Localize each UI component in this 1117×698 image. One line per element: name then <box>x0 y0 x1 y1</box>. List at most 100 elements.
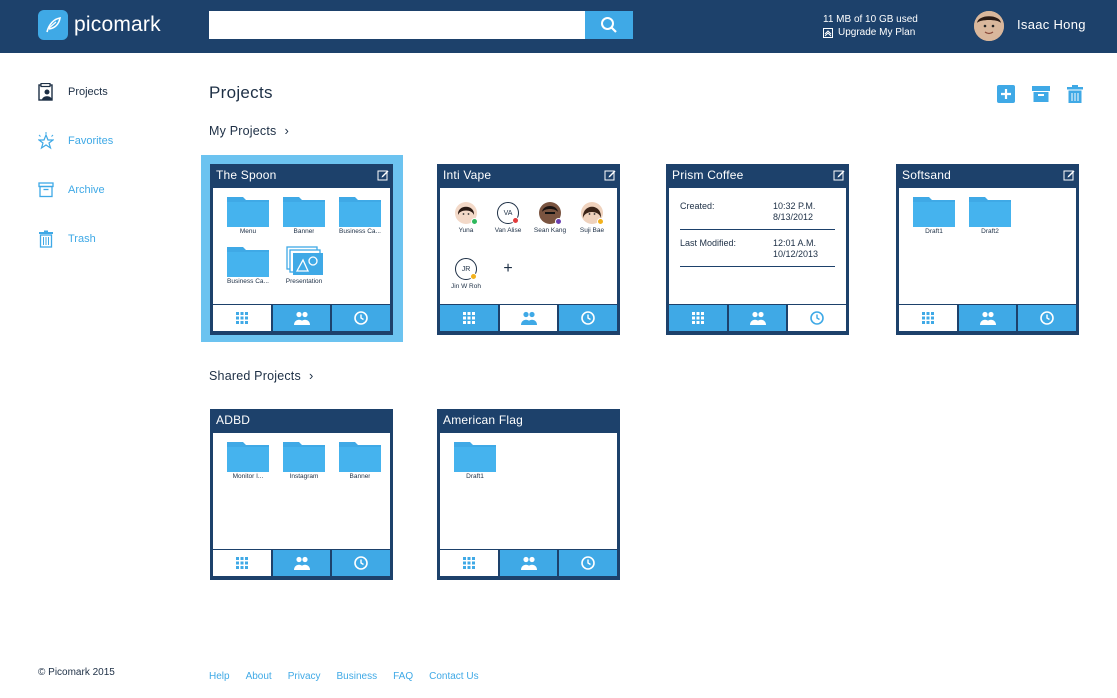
user-name[interactable]: Isaac Hong <box>1017 17 1086 32</box>
edit-icon[interactable] <box>833 169 845 181</box>
card-title: American Flag <box>443 413 523 427</box>
search-button[interactable] <box>585 11 633 39</box>
tab-files[interactable] <box>899 305 957 331</box>
folder-label: Banner <box>293 228 315 235</box>
clock-icon <box>581 311 595 325</box>
app-logo[interactable]: picomark <box>38 10 161 40</box>
sidebar-item-label: Trash <box>68 233 96 245</box>
people-icon <box>293 556 310 570</box>
footer-link-privacy[interactable]: Privacy <box>288 671 321 682</box>
tab-people[interactable] <box>499 550 558 576</box>
archive-project-button[interactable] <box>1032 85 1050 103</box>
folder-icon <box>339 197 381 227</box>
project-card[interactable]: American Flag Draft1 <box>437 409 620 580</box>
grid-icon <box>691 312 704 324</box>
sidebar-item-trash[interactable]: Trash <box>38 229 113 249</box>
folder-icon <box>339 442 381 472</box>
trash-icon <box>39 230 53 248</box>
project-card[interactable]: The Spoon Menu Banner Business Ca... Bus… <box>210 164 393 335</box>
footer-links: Help About Privacy Business FAQ Contact … <box>209 671 495 682</box>
edit-icon[interactable] <box>377 169 389 181</box>
member-avatar <box>455 202 478 225</box>
footer-link-help[interactable]: Help <box>209 671 230 682</box>
delete-project-button[interactable] <box>1066 85 1084 103</box>
search-input[interactable] <box>209 11 585 39</box>
grid-icon <box>462 312 475 324</box>
tab-history[interactable] <box>332 305 391 331</box>
copyright: © Picomark 2015 <box>38 667 115 678</box>
project-card[interactable]: Inti Vape Yuna VA Van Alise Sean Kang Su… <box>437 164 620 335</box>
folder-item[interactable]: Business Ca... <box>332 195 388 245</box>
member-initials: VA <box>503 209 513 217</box>
plus-icon: + <box>503 260 513 277</box>
folder-icon <box>454 442 496 472</box>
member-name: Van Alise <box>494 227 522 234</box>
sidebar-item-favorites[interactable]: Favorites <box>38 131 113 151</box>
tab-people[interactable] <box>272 550 331 576</box>
tab-files[interactable] <box>669 305 727 331</box>
tab-history[interactable] <box>559 305 618 331</box>
modified-row: Last Modified: 12:01 A.M. 10/12/2013 <box>680 238 835 267</box>
folder-icon <box>913 197 955 227</box>
tab-files[interactable] <box>440 305 498 331</box>
grid-icon <box>235 312 248 324</box>
footer-link-contact-us[interactable]: Contact Us <box>429 671 478 682</box>
sidebar-item-projects[interactable]: Projects <box>38 82 113 102</box>
tab-people[interactable] <box>958 305 1017 331</box>
clock-icon <box>810 311 824 325</box>
shared-projects-link[interactable]: Shared Projects › <box>209 368 313 383</box>
edit-icon[interactable] <box>604 169 616 181</box>
folder-item[interactable]: Banner <box>332 440 388 490</box>
folder-item[interactable]: Draft1 <box>906 195 962 245</box>
member-item[interactable]: VA Van Alise <box>487 202 529 258</box>
footer-link-business[interactable]: Business <box>337 671 378 682</box>
tab-files[interactable] <box>213 305 271 331</box>
project-card[interactable]: ADBD Monitor I... Instagram Banner <box>210 409 393 580</box>
tab-people[interactable] <box>728 305 787 331</box>
sidebar-item-archive[interactable]: Archive <box>38 180 113 200</box>
folder-item[interactable]: Instagram <box>276 440 332 490</box>
card-title: Softsand <box>902 168 951 182</box>
folder-item[interactable]: Monitor I... <box>220 440 276 490</box>
card-header: The Spoon <box>210 164 393 186</box>
folder-label: Draft1 <box>466 473 484 480</box>
tab-history[interactable] <box>332 550 391 576</box>
tab-history[interactable] <box>788 305 847 331</box>
folder-item[interactable]: Draft1 <box>447 440 503 490</box>
footer-link-about[interactable]: About <box>246 671 272 682</box>
avatar[interactable] <box>974 11 1004 41</box>
footer-link-faq[interactable]: FAQ <box>393 671 413 682</box>
project-card[interactable]: Softsand Draft1 Draft2 <box>896 164 1079 335</box>
project-card[interactable]: Prism Coffee Created: 10:32 P.M. 8/13/20… <box>666 164 849 335</box>
sidebar: Projects Favorites Archive Trash <box>38 82 113 278</box>
tab-files[interactable] <box>213 550 271 576</box>
member-item[interactable]: Suji Bae <box>571 202 613 258</box>
file-item[interactable]: Presentation <box>276 245 332 295</box>
edit-icon[interactable] <box>1063 169 1075 181</box>
folder-item[interactable]: Draft2 <box>962 195 1018 245</box>
tab-people[interactable] <box>272 305 331 331</box>
people-icon <box>979 311 996 325</box>
created-value: 10:32 P.M. 8/13/2012 <box>773 201 816 222</box>
add-project-button[interactable] <box>997 85 1015 103</box>
member-item[interactable]: Yuna <box>445 202 487 258</box>
folder-label: Menu <box>239 228 257 235</box>
file-label: Presentation <box>285 278 323 285</box>
modified-value: 12:01 A.M. 10/12/2013 <box>773 238 819 259</box>
folder-item[interactable]: Business Ca... <box>220 245 276 295</box>
folder-item[interactable]: Menu <box>220 195 276 245</box>
card-tabs <box>669 305 847 331</box>
member-item[interactable]: Sean Kang <box>529 202 571 258</box>
card-body: Menu Banner Business Ca... Business Ca..… <box>213 188 390 304</box>
people-icon <box>520 556 537 570</box>
my-projects-link[interactable]: My Projects › <box>209 123 289 138</box>
people-icon <box>293 311 310 325</box>
card-header: Prism Coffee <box>666 164 849 186</box>
tab-files[interactable] <box>440 550 498 576</box>
tab-people[interactable] <box>499 305 558 331</box>
folder-item[interactable]: Banner <box>276 195 332 245</box>
tab-history[interactable] <box>559 550 618 576</box>
created-row: Created: 10:32 P.M. 8/13/2012 <box>680 201 835 230</box>
tab-history[interactable] <box>1018 305 1077 331</box>
upgrade-plan-link[interactable]: Upgrade My Plan <box>823 26 918 39</box>
